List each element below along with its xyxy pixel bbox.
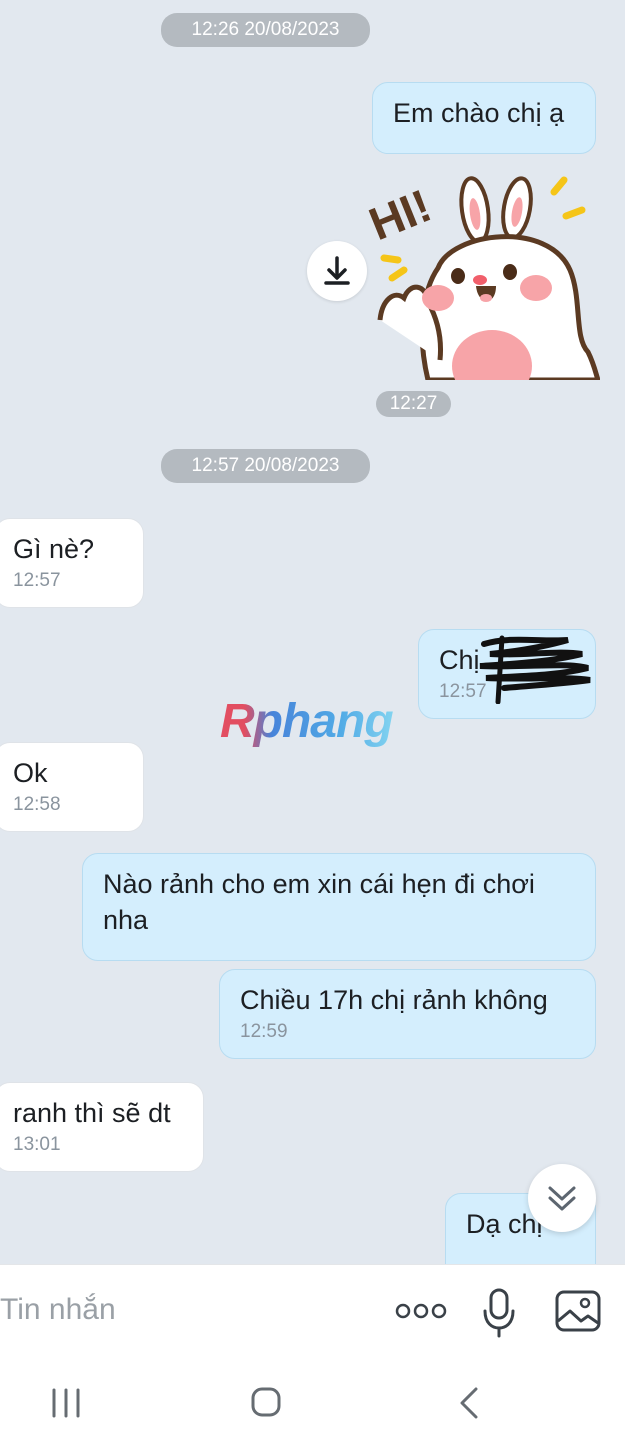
incoming-message[interactable]: Ok 12:58 [0, 742, 144, 832]
redaction-scribble [479, 635, 591, 704]
chevron-double-down-icon [548, 1186, 576, 1211]
home-icon[interactable] [251, 1387, 281, 1417]
watermark-logo: Rphang [220, 695, 394, 748]
incoming-message[interactable]: Gì nè? 12:57 [0, 518, 144, 608]
message-input[interactable]: Tin nhắn [0, 1293, 116, 1327]
mic-icon[interactable] [480, 1287, 518, 1339]
image-icon[interactable] [554, 1289, 602, 1333]
recents-icon[interactable] [50, 1388, 82, 1418]
message-time: 13:01 [13, 1134, 61, 1155]
chat-area[interactable]: 12:26 20/08/2023 Em chào chị ạ HI! 12:27… [0, 0, 625, 1264]
date-separator: 12:26 20/08/2023 [161, 13, 370, 47]
message-time: 12:58 [13, 794, 61, 815]
date-separator: 12:57 20/08/2023 [161, 449, 370, 483]
message-composer: Tin nhắn [0, 1264, 625, 1357]
message-time-pill: 12:27 [376, 391, 451, 417]
message-text: Nào rảnh cho em xin cái hẹn đi chơi nha [103, 869, 535, 935]
back-icon[interactable] [458, 1386, 480, 1420]
message-time: 12:59 [240, 1021, 288, 1042]
outgoing-message[interactable]: Nào rảnh cho em xin cái hẹn đi chơi nha [82, 853, 596, 961]
more-icon[interactable] [394, 1299, 448, 1323]
scroll-to-bottom-button[interactable] [528, 1164, 596, 1232]
message-text: ranh thì sẽ dt [13, 1098, 171, 1128]
outgoing-message[interactable]: Chiều 17h chị rảnh không 12:59 [219, 969, 596, 1059]
download-button[interactable] [307, 241, 367, 301]
bunny-sticker[interactable]: HI! [368, 170, 600, 380]
message-text: Gì nè? [13, 534, 95, 564]
message-text: Em chào chị ạ [393, 98, 565, 128]
sticker-hi-text: HI! [368, 179, 438, 250]
incoming-message[interactable]: ranh thì sẽ dt 13:01 [0, 1082, 204, 1172]
message-text: Ok [13, 758, 48, 788]
svg-text:HI!: HI! [368, 179, 438, 250]
message-text: Chiều 17h chị rảnh không [240, 985, 548, 1015]
outgoing-message[interactable]: Em chào chị ạ [372, 82, 596, 154]
download-icon [324, 256, 350, 285]
message-time: 12:57 [13, 570, 61, 591]
system-navigation-bar [0, 1356, 625, 1444]
